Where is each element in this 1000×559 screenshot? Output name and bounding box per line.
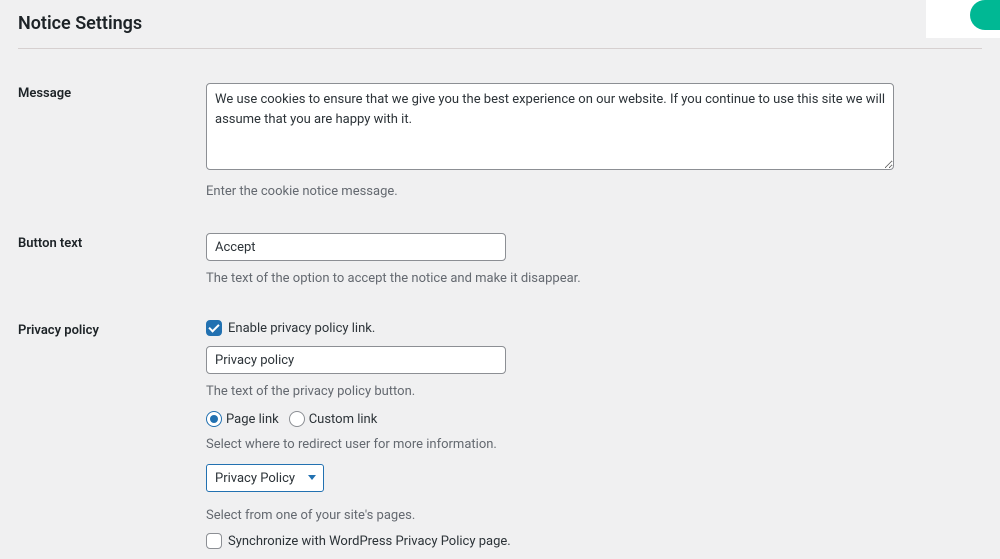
message-row: Message We use cookies to ensure that we… bbox=[18, 83, 982, 199]
privacy-policy-label: Privacy policy bbox=[18, 320, 206, 338]
button-text-label: Button text bbox=[18, 233, 206, 251]
page-link-label: Page link bbox=[226, 412, 279, 427]
button-text-field-wrap: The text of the option to accept the not… bbox=[206, 233, 982, 286]
corner-badge bbox=[926, 0, 1000, 38]
page-link-option[interactable]: Page link bbox=[206, 411, 279, 427]
settings-page: Notice Settings Message We use cookies t… bbox=[0, 0, 1000, 559]
sync-label: Synchronize with WordPress Privacy Polic… bbox=[228, 534, 511, 549]
privacy-button-text-input[interactable] bbox=[206, 346, 506, 374]
message-label: Message bbox=[18, 83, 206, 101]
enable-privacy-link-label: Enable privacy policy link. bbox=[228, 321, 375, 336]
button-text-input[interactable] bbox=[206, 233, 506, 261]
message-description: Enter the cookie notice message. bbox=[206, 184, 982, 199]
privacy-policy-row: Privacy policy Enable privacy policy lin… bbox=[18, 320, 982, 559]
sync-checkbox[interactable] bbox=[206, 533, 222, 549]
custom-link-radio[interactable] bbox=[289, 411, 305, 427]
message-field-wrap: We use cookies to ensure that we give yo… bbox=[206, 83, 982, 199]
custom-link-label: Custom link bbox=[309, 412, 378, 427]
privacy-page-select[interactable]: Privacy Policy bbox=[206, 464, 324, 492]
page-link-radio[interactable] bbox=[206, 411, 222, 427]
custom-link-option[interactable]: Custom link bbox=[289, 411, 378, 427]
page-select-wrap: Privacy Policy bbox=[206, 464, 324, 492]
page-select-description: Select from one of your site's pages. bbox=[206, 508, 982, 523]
message-textarea[interactable]: We use cookies to ensure that we give yo… bbox=[206, 83, 894, 170]
button-text-row: Button text The text of the option to ac… bbox=[18, 233, 982, 286]
section-title: Notice Settings bbox=[18, 13, 982, 42]
sync-line: Synchronize with WordPress Privacy Polic… bbox=[206, 533, 982, 549]
enable-privacy-link-line: Enable privacy policy link. bbox=[206, 320, 982, 336]
privacy-button-text-description: The text of the privacy policy button. bbox=[206, 384, 982, 399]
privacy-policy-field-wrap: Enable privacy policy link. The text of … bbox=[206, 320, 982, 559]
privacy-button-text-wrap bbox=[206, 346, 982, 374]
redirect-description: Select where to redirect user for more i… bbox=[206, 437, 982, 452]
enable-privacy-link-checkbox[interactable] bbox=[206, 320, 222, 336]
section-divider bbox=[18, 48, 982, 49]
button-text-description: The text of the option to accept the not… bbox=[206, 271, 982, 286]
link-type-radio-group: Page link Custom link bbox=[206, 411, 982, 427]
